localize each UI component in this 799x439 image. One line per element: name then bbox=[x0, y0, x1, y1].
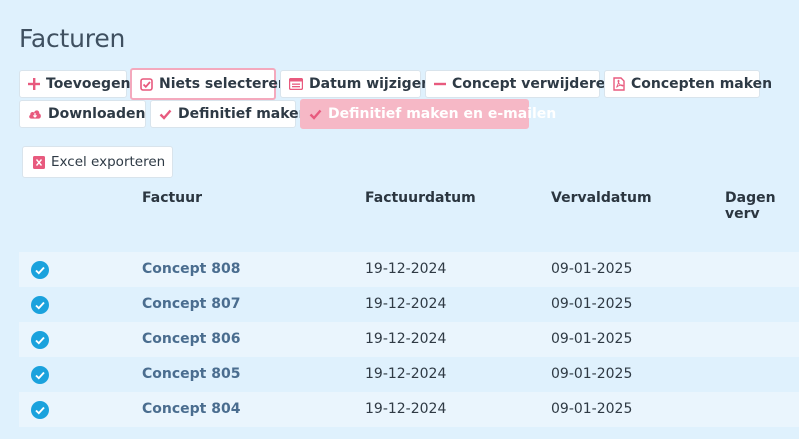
excel-icon bbox=[33, 155, 45, 169]
due-date-cell: 09-01-2025 bbox=[551, 366, 633, 382]
invoice-date-cell: 19-12-2024 bbox=[365, 366, 447, 382]
pdf-file-icon bbox=[613, 77, 625, 91]
finalize-button-label: Definitief maken bbox=[178, 106, 309, 122]
minus-icon bbox=[434, 77, 446, 91]
finalize-and-email-button-label: Definitief maken en e-mailen bbox=[328, 106, 557, 122]
due-date-cell: 09-01-2025 bbox=[551, 296, 633, 312]
add-button[interactable]: Toevoegen bbox=[19, 70, 131, 98]
change-date-button[interactable]: Datum wijzigen bbox=[280, 70, 431, 98]
row-selected-check-icon[interactable] bbox=[31, 296, 49, 314]
download-button[interactable]: Downloaden bbox=[19, 100, 146, 128]
download-button-label: Downloaden bbox=[48, 106, 146, 122]
delete-concept-button[interactable]: Concept verwijderen bbox=[425, 70, 615, 98]
add-button-label: Toevoegen bbox=[46, 76, 131, 92]
cloud-download-icon bbox=[28, 107, 42, 121]
finalize-button[interactable]: Definitief maken bbox=[150, 100, 309, 128]
checkmark-icon bbox=[159, 107, 172, 121]
table-row[interactable]: Concept 808 19-12-2024 09-01-2025 bbox=[19, 252, 799, 287]
due-date-cell: 09-01-2025 bbox=[551, 261, 633, 277]
checkmark-icon bbox=[309, 107, 322, 121]
invoice-date-cell: 19-12-2024 bbox=[365, 401, 447, 417]
invoice-link[interactable]: Concept 806 bbox=[142, 331, 240, 347]
invoice-date-cell: 19-12-2024 bbox=[365, 296, 447, 312]
column-header-due-date[interactable]: Vervaldatum bbox=[551, 190, 652, 206]
deselect-button-label: Niets selecteren bbox=[159, 76, 288, 92]
row-selected-check-icon[interactable] bbox=[31, 331, 49, 349]
row-selected-check-icon[interactable] bbox=[31, 366, 49, 384]
excel-export-button-label: Excel exporteren bbox=[51, 154, 166, 170]
plus-icon bbox=[28, 77, 40, 91]
row-selected-check-icon[interactable] bbox=[31, 401, 49, 419]
invoice-date-cell: 19-12-2024 bbox=[365, 261, 447, 277]
calendar-list-icon bbox=[289, 77, 303, 91]
make-concepts-button-label: Concepten maken bbox=[631, 76, 773, 92]
invoice-link[interactable]: Concept 804 bbox=[142, 401, 240, 417]
delete-concept-button-label: Concept verwijderen bbox=[452, 76, 616, 92]
due-date-cell: 09-01-2025 bbox=[551, 331, 633, 347]
column-header-invoice[interactable]: Factuur bbox=[142, 190, 202, 206]
invoice-link[interactable]: Concept 807 bbox=[142, 296, 240, 312]
invoice-date-cell: 19-12-2024 bbox=[365, 331, 447, 347]
table-row[interactable]: Concept 804 19-12-2024 09-01-2025 bbox=[19, 392, 799, 427]
deselect-button[interactable]: Niets selecteren bbox=[130, 68, 288, 100]
due-date-cell: 09-01-2025 bbox=[551, 401, 633, 417]
row-selected-check-icon[interactable] bbox=[31, 261, 49, 279]
column-header-invoice-date[interactable]: Factuurdatum bbox=[365, 190, 476, 206]
finalize-and-email-button[interactable]: Definitief maken en e-mailen bbox=[300, 99, 556, 129]
table-row[interactable]: Concept 805 19-12-2024 09-01-2025 bbox=[19, 357, 799, 392]
column-header-days-overdue[interactable]: Dagen verv bbox=[725, 190, 799, 222]
table-row[interactable]: Concept 806 19-12-2024 09-01-2025 bbox=[19, 322, 799, 357]
invoice-link[interactable]: Concept 805 bbox=[142, 366, 240, 382]
checkbox-icon bbox=[140, 77, 153, 91]
page-title: Facturen bbox=[19, 24, 126, 53]
invoice-link[interactable]: Concept 808 bbox=[142, 261, 240, 277]
excel-export-button[interactable]: Excel exporteren bbox=[22, 146, 173, 178]
table-row[interactable]: Concept 807 19-12-2024 09-01-2025 bbox=[19, 287, 799, 322]
change-date-button-label: Datum wijzigen bbox=[309, 76, 432, 92]
make-concepts-button[interactable]: Concepten maken bbox=[604, 70, 772, 98]
